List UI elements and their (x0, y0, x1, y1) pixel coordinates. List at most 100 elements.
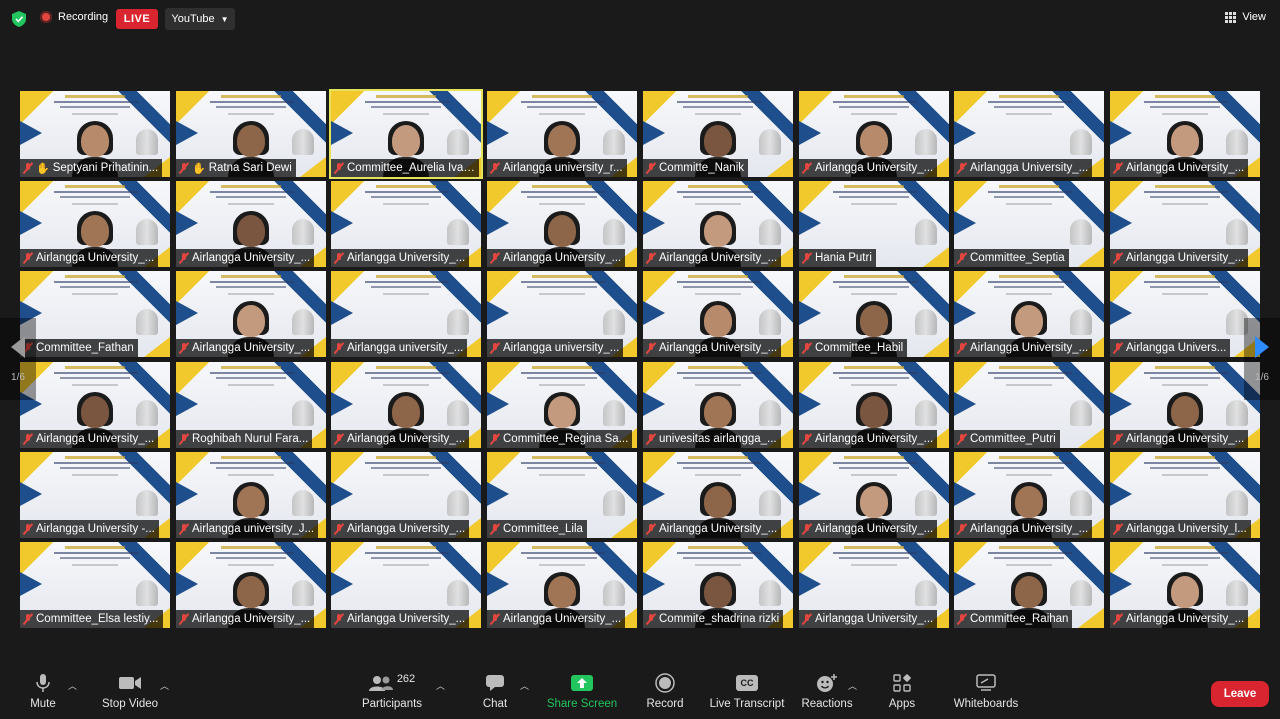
stop-video-button[interactable]: Stop Video (98, 663, 162, 719)
participant-video-tile[interactable]: Airlangga University_... (487, 181, 637, 267)
reactions-button[interactable]: Reactions (801, 663, 853, 719)
participant-name-tag: Airlangga Univers... (1110, 339, 1231, 357)
participant-name-tag: ✋ Septyani Prihatinin... (20, 159, 163, 177)
participant-video-tile[interactable]: Committee_Fathan (20, 271, 170, 357)
participants-options-caret-icon[interactable]: ︿ (436, 679, 445, 692)
participant-video-tile[interactable]: Committee_Lila (487, 452, 637, 538)
participant-video-tile[interactable]: Airlangga University_... (331, 181, 481, 267)
participant-video-tile[interactable]: Hania Putri (799, 181, 949, 267)
participant-video-tile[interactable]: Airlangga University_... (20, 181, 170, 267)
muted-microphone-icon (646, 162, 656, 174)
participant-name-tag: Airlangga University_... (487, 610, 626, 628)
muted-microphone-icon (490, 433, 500, 445)
participant-name: Airlangga University_... (970, 342, 1089, 354)
recording-indicator[interactable]: Recording (40, 11, 108, 23)
participants-button[interactable]: 262 Participants (360, 663, 424, 719)
participant-name-tag: Airlangga University_... (331, 430, 470, 448)
participant-video-tile[interactable]: Airlangga University_... (1110, 362, 1260, 448)
participant-video-tile[interactable]: Committee_Regina Sa... (487, 362, 637, 448)
participant-video-tile[interactable]: Airlangga university_J... (176, 452, 326, 538)
participant-video-tile[interactable]: Airlangga University_... (176, 271, 326, 357)
participant-video-tile[interactable]: Airlangga university_... (487, 271, 637, 357)
previous-page-button[interactable]: 1/6 (0, 318, 36, 400)
stream-platform-dropdown[interactable]: YouTube ▼ (165, 8, 235, 30)
participant-video-tile[interactable]: Airlangga University_... (1110, 181, 1260, 267)
participant-video-tile[interactable]: Airlangga University -... (20, 452, 170, 538)
participant-video-tile[interactable]: univesitas airlangga_... (643, 362, 793, 448)
participant-video-tile[interactable]: Airlangga University_... (799, 362, 949, 448)
participant-name-tag: Airlangga University_... (799, 520, 938, 538)
participant-name-tag: Airlangga University_... (1110, 249, 1249, 267)
muted-microphone-icon (23, 613, 33, 625)
shield-icon[interactable] (12, 11, 26, 27)
participant-name-tag: Airlangga University_... (799, 610, 938, 628)
raised-hand-icon: ✋ (192, 162, 206, 175)
participant-video-tile[interactable]: Airlangga University_... (176, 181, 326, 267)
participant-video-tile[interactable]: Airlangga University_... (20, 362, 170, 448)
participant-name: Airlangga University_... (659, 342, 778, 354)
participant-video-tile[interactable]: Airlangga university_... (331, 271, 481, 357)
leave-button[interactable]: Leave (1211, 681, 1269, 707)
participant-video-tile[interactable]: Roghibah Nurul Fara... (176, 362, 326, 448)
participant-video-tile[interactable]: Airlangga University_... (331, 452, 481, 538)
participant-video-tile[interactable]: Committe_Nanik (643, 91, 793, 177)
participant-video-tile[interactable]: Airlangga University_... (176, 542, 326, 628)
video-options-caret-icon[interactable]: ︿ (160, 679, 169, 692)
participant-video-tile[interactable]: Committee_Habil (799, 271, 949, 357)
participant-video-tile[interactable]: Airlangga University_... (643, 452, 793, 538)
reactions-options-caret-icon[interactable]: ︿ (848, 679, 857, 692)
share-screen-button[interactable]: Share Screen (546, 663, 618, 719)
participant-name-tag: univesitas airlangga_... (643, 430, 781, 448)
participant-video-tile[interactable]: Airlangga University_... (954, 91, 1104, 177)
participant-video-tile[interactable]: ✋ Ratna Sari Dewi (176, 91, 326, 177)
stop-video-label: Stop Video (101, 697, 159, 710)
participant-video-tile[interactable]: Airlangga University_... (954, 452, 1104, 538)
muted-microphone-icon (334, 523, 344, 535)
participant-name: Septyani Prihatinin... (52, 162, 159, 174)
participant-name: Committee_Aurelia Ivana (347, 162, 475, 174)
participant-video-tile[interactable]: Committee_Septia (954, 181, 1104, 267)
live-badge[interactable]: LIVE (116, 9, 158, 29)
participant-video-tile[interactable]: Airlangga University_... (799, 91, 949, 177)
participant-video-tile[interactable]: Airlangga University_... (487, 542, 637, 628)
participant-video-tile[interactable]: Committee_Aurelia Ivana (329, 89, 483, 179)
record-button[interactable]: Record (645, 663, 685, 719)
participant-name-tag: Committee_Aurelia Ivana (331, 159, 479, 177)
participant-video-tile[interactable]: Airlangga University_... (1110, 91, 1260, 177)
participant-name-tag: Airlangga university_... (487, 339, 624, 357)
participant-name-tag: Airlangga University_l... (1110, 520, 1251, 538)
participant-video-tile[interactable]: Airlangga University_... (643, 181, 793, 267)
closed-captions-icon: CC (736, 674, 758, 691)
participant-video-tile[interactable]: Airlangga University_... (954, 271, 1104, 357)
participant-video-tile[interactable]: Committee_Raihan (954, 542, 1104, 628)
apps-button[interactable]: Apps (886, 663, 918, 719)
next-page-button[interactable]: 1/6 (1244, 318, 1280, 400)
participant-name-tag: Airlangga University_... (954, 520, 1093, 538)
participant-video-tile[interactable]: Airlangga University_l... (1110, 452, 1260, 538)
participant-video-tile[interactable]: Airlangga University_... (1110, 542, 1260, 628)
view-button[interactable]: View (1225, 11, 1266, 23)
participant-name-tag: Committee_Habil (799, 339, 908, 357)
participant-video-tile[interactable]: Airlangga University_... (331, 362, 481, 448)
participant-name-tag: Airlangga University_... (1110, 610, 1249, 628)
participant-video-tile[interactable]: Airlangga University_... (643, 271, 793, 357)
participant-video-tile[interactable]: Airlangga University_... (331, 542, 481, 628)
participant-video-tile[interactable]: Committee_Elsa lestiy... (20, 542, 170, 628)
participant-name: Airlangga University_... (192, 613, 311, 625)
muted-microphone-icon (646, 613, 656, 625)
muted-microphone-icon (334, 342, 344, 354)
participant-video-tile[interactable]: ✋ Septyani Prihatinin... (20, 91, 170, 177)
whiteboards-button[interactable]: Whiteboards (950, 663, 1022, 719)
participant-video-tile[interactable]: Airlangga university_r... (487, 91, 637, 177)
chat-button[interactable]: Chat (480, 663, 510, 719)
participant-video-tile[interactable]: Airlangga Univers... (1110, 271, 1260, 357)
mute-button[interactable]: Mute (28, 663, 58, 719)
participant-video-tile[interactable]: Airlangga University_... (799, 452, 949, 538)
chat-options-caret-icon[interactable]: ︿ (520, 679, 529, 692)
live-transcript-button[interactable]: CC Live Transcript (708, 663, 786, 719)
mute-options-caret-icon[interactable]: ︿ (68, 679, 77, 692)
participant-name-tag: Committee_Regina Sa... (487, 430, 633, 448)
participant-video-tile[interactable]: Committee_Putri (954, 362, 1104, 448)
participant-video-tile[interactable]: Commite_shadrina rizki (643, 542, 793, 628)
participant-video-tile[interactable]: Airlangga University_... (799, 542, 949, 628)
